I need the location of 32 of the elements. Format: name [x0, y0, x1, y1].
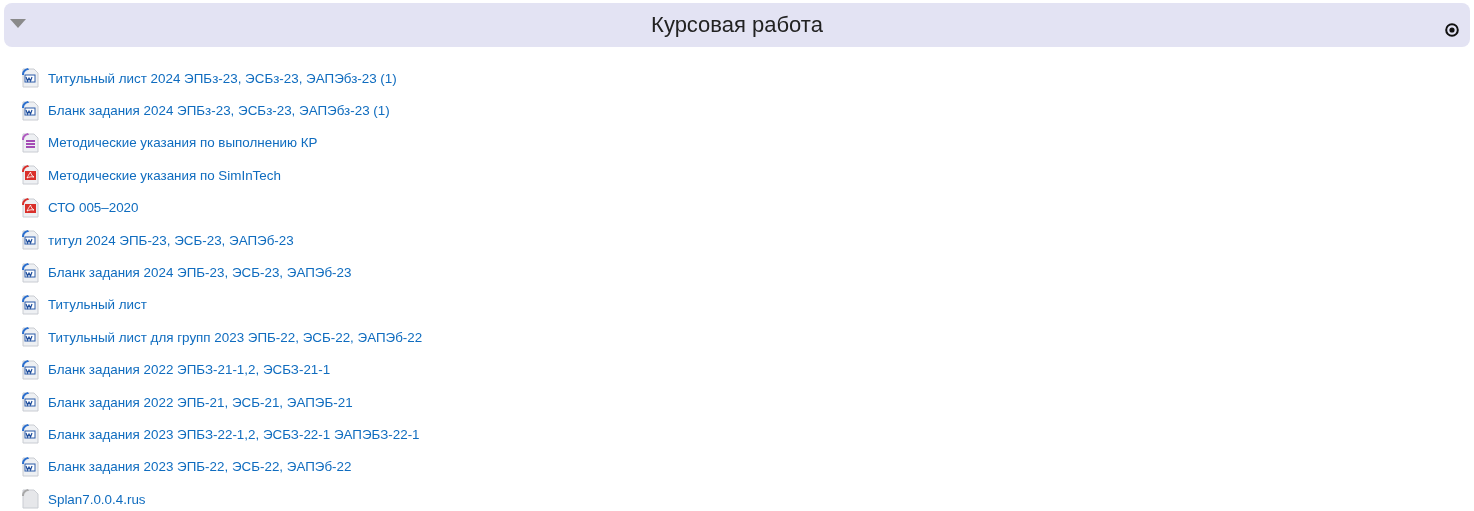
file-link[interactable]: Splan7.0.0.4.rus — [48, 491, 146, 507]
word-document-icon — [21, 68, 39, 89]
word-document-icon — [21, 100, 39, 121]
file-link[interactable]: Бланк задания 2022 ЭПБ-21, ЭСБ-21, ЭАПЭБ-21 — [48, 394, 353, 410]
section-title: Курсовая работа — [651, 12, 823, 38]
file-link[interactable]: Титульный лист для групп 2023 ЭПБ-22, ЭСБ-22, ЭАПЭб-22 — [48, 329, 423, 345]
file-link[interactable]: Методические указания по SimInTech — [48, 167, 281, 183]
file-link[interactable]: Бланк задания 2023 ЭПБ-22, ЭСБ-22, ЭАПЭб-22 — [48, 459, 352, 475]
word-document-icon — [21, 262, 39, 283]
word-document-icon — [21, 392, 39, 413]
word-document-icon — [21, 294, 39, 315]
target-icon[interactable] — [1445, 23, 1459, 37]
word-document-icon — [21, 327, 39, 348]
file-link[interactable]: Бланк задания 2022 ЭПБЗ-21-1,2, ЭСБЗ-21-1 — [48, 362, 331, 378]
collapse-toggle[interactable] — [10, 19, 26, 29]
word-document-icon — [21, 424, 39, 445]
caret-icon — [10, 19, 26, 29]
file-link[interactable]: титул 2024 ЭПБ-23, ЭСБ-23, ЭАПЭб-23 — [48, 232, 294, 248]
file-link[interactable]: Бланк задания 2024 ЭПБз-23, ЭСБз-23, ЭАПЭбз-23 (1) — [48, 103, 390, 119]
file-link[interactable]: СТО 005–2020 — [48, 200, 139, 216]
file-link[interactable]: Бланк задания 2024 ЭПБ-23, ЭСБ-23, ЭАПЭб-23 — [48, 265, 352, 281]
word-document-icon — [21, 230, 39, 251]
file-icon — [21, 489, 39, 510]
document-icon — [21, 132, 39, 153]
pdf-icon — [21, 165, 39, 186]
file-link[interactable]: Методические указания по выполнению КР — [48, 135, 318, 151]
file-link[interactable]: Титульный лист 2024 ЭПБз-23, ЭСБз-23, ЭАПЭбз-23 (1) — [48, 70, 397, 86]
file-link[interactable]: Бланк задания 2023 ЭПБЗ-22-1,2, ЭСБЗ-22-1 ЭАПЭБЗ-22-1 — [48, 427, 420, 442]
file-link[interactable]: Титульный лист — [48, 297, 147, 313]
word-document-icon — [21, 359, 39, 380]
word-document-icon — [21, 456, 39, 477]
pdf-icon — [21, 197, 39, 218]
